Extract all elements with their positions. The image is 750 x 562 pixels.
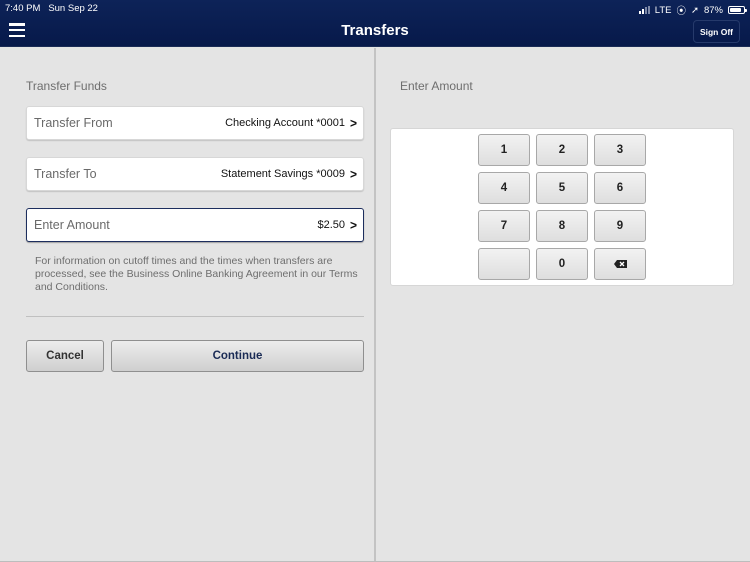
- chevron-right-icon: >: [349, 217, 357, 233]
- enter-amount-field[interactable]: Enter Amount $2.50 >: [26, 208, 364, 242]
- key-7[interactable]: 7: [478, 210, 530, 242]
- section-title: Transfer Funds: [26, 79, 107, 93]
- key-1[interactable]: 1: [478, 134, 530, 166]
- key-9[interactable]: 9: [594, 210, 646, 242]
- top-navigation-bar: 7:40 PM Sun Sep 22 LTE ⦿ ➚ 87% Transfers…: [0, 0, 750, 47]
- key-4[interactable]: 4: [478, 172, 530, 204]
- key-6[interactable]: 6: [594, 172, 646, 204]
- backspace-key[interactable]: [594, 248, 646, 280]
- field-value: Checking Account *0001: [225, 117, 345, 129]
- key-3[interactable]: 3: [594, 134, 646, 166]
- network-type: LTE: [654, 4, 672, 16]
- sign-off-button[interactable]: Sign Off: [692, 20, 740, 43]
- status-indicators: LTE ⦿ ➚ 87%: [638, 3, 747, 17]
- field-label: Transfer From: [34, 116, 113, 130]
- signal-icon: [638, 6, 650, 14]
- field-label: Enter Amount: [34, 218, 110, 232]
- keypad-panel: Enter Amount 1 2 3 4 5 6 7 8 9 0: [376, 48, 750, 562]
- key-8[interactable]: 8: [536, 210, 588, 242]
- cancel-button[interactable]: Cancel: [26, 340, 104, 372]
- transfer-form-panel: Transfer Funds Transfer From Checking Ac…: [0, 48, 374, 562]
- field-value: Statement Savings *0009: [220, 168, 345, 180]
- keypad-title: Enter Amount: [400, 79, 473, 93]
- divider: [26, 316, 364, 317]
- field-value-wrap: Statement Savings *0009 >: [220, 166, 357, 182]
- field-value-wrap: $2.50 >: [317, 217, 357, 233]
- key-blank[interactable]: [478, 248, 530, 280]
- status-time: 7:40 PM Sun Sep 22: [5, 3, 98, 14]
- battery-percent: 87%: [703, 4, 723, 16]
- key-5[interactable]: 5: [536, 172, 588, 204]
- field-label: Transfer To: [34, 167, 97, 181]
- orientation-lock-icon: ⦿: [676, 6, 687, 17]
- battery-icon: [728, 6, 747, 14]
- field-value-wrap: Checking Account *0001 >: [225, 115, 357, 131]
- chevron-right-icon: >: [349, 115, 357, 131]
- clock-time: 7:40 PM: [5, 3, 41, 14]
- key-0[interactable]: 0: [536, 248, 588, 280]
- keypad-container: 1 2 3 4 5 6 7 8 9 0: [390, 128, 734, 286]
- backspace-icon: [613, 260, 627, 268]
- amount-value: $2.50: [317, 219, 345, 231]
- cutoff-info-text: For information on cutoff times and the …: [35, 255, 358, 293]
- chevron-right-icon: >: [349, 166, 357, 182]
- transfer-from-field[interactable]: Transfer From Checking Account *0001 >: [26, 106, 364, 140]
- battery-fill: [730, 8, 742, 12]
- location-icon: ➚: [691, 4, 699, 16]
- continue-button[interactable]: Continue: [111, 340, 364, 372]
- page-title: Transfers: [341, 22, 409, 39]
- key-2[interactable]: 2: [536, 134, 588, 166]
- status-date: Sun Sep 22: [48, 3, 98, 14]
- transfer-to-field[interactable]: Transfer To Statement Savings *0009 >: [26, 157, 364, 191]
- numeric-keypad: 1 2 3 4 5 6 7 8 9 0: [478, 134, 646, 280]
